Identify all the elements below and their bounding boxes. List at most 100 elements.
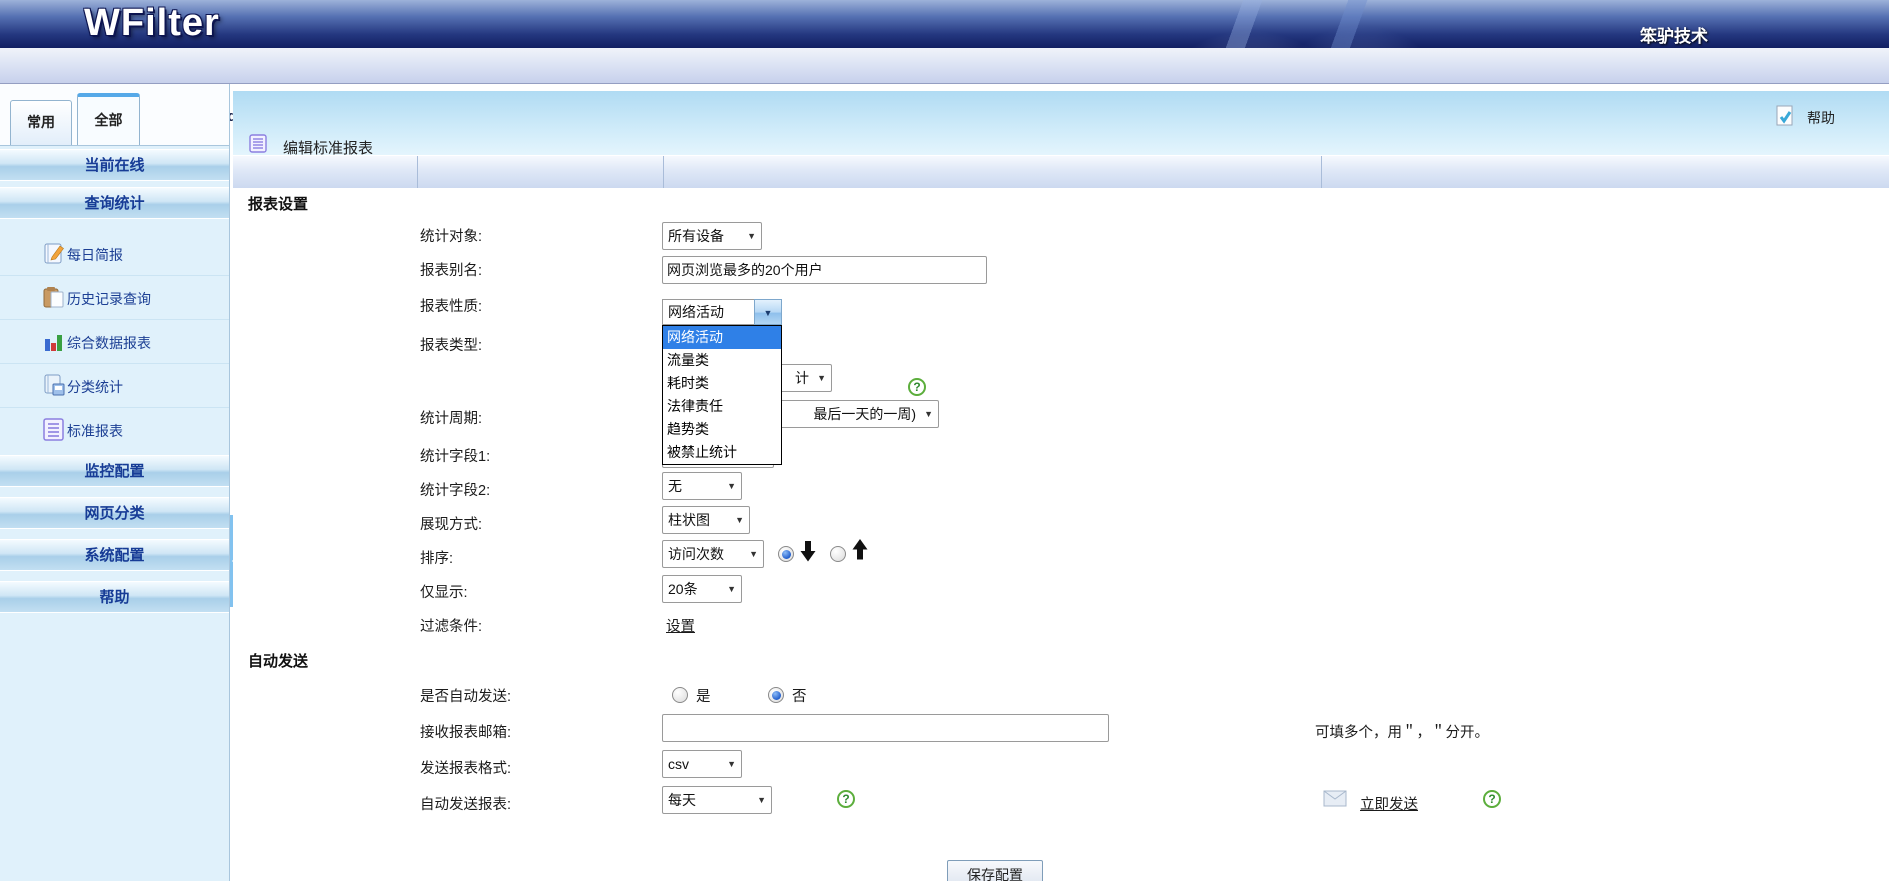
help-doc-icon	[1775, 105, 1795, 133]
tab-common[interactable]: 常用	[10, 100, 72, 145]
stat-period-label: 统计周期:	[420, 407, 482, 428]
status-bar: 当前用户：localhost/admin 监控状态： 2	[0, 48, 1889, 84]
history-query-icon	[42, 285, 66, 315]
tab-all[interactable]: 全部	[77, 93, 140, 145]
filter-settings-link[interactable]: 设置	[666, 615, 695, 636]
sidebar-item-history-query[interactable]: 历史记录查询	[0, 276, 229, 320]
sidebar: 常用 全部 当前在线 查询统计 每日简报 历史记录查询 综合数据报	[0, 84, 230, 881]
send-now-link[interactable]: 立即发送	[1360, 793, 1418, 814]
stat-period-value: 最后一天的一周)	[813, 406, 916, 422]
column-divider	[417, 156, 418, 188]
column-divider	[663, 156, 664, 188]
envelope-icon	[1323, 790, 1347, 812]
only-show-value: 20条	[668, 581, 698, 597]
group-label: 帮助	[99, 589, 129, 606]
auto-send-yes-radio[interactable]	[672, 687, 688, 703]
group-label: 监控配置	[84, 463, 144, 480]
sidebar-group-monitor-config[interactable]: 监控配置	[0, 455, 229, 487]
dropdown-option[interactable]: 耗时类	[663, 372, 781, 395]
display-mode-value: 柱状图	[668, 512, 710, 528]
email-note: 可填多个，用＂，＂分开。	[1315, 721, 1489, 742]
sort-field-value: 访问次数	[668, 546, 724, 562]
stat-object-select[interactable]: 所有设备	[662, 222, 762, 250]
page-title-band: 编辑标准报表 帮助	[233, 91, 1889, 155]
send-format-select[interactable]: csv	[662, 750, 742, 778]
sidebar-group-help[interactable]: 帮助	[0, 581, 229, 613]
auto-send-yes-label: 是	[696, 685, 711, 706]
sidebar-item-label: 综合数据报表	[67, 333, 151, 353]
sidebar-item-label: 标准报表	[67, 421, 123, 441]
sidebar-item-label: 每日简报	[67, 245, 123, 265]
sidebar-group-online[interactable]: 当前在线	[0, 149, 229, 181]
dropdown-option[interactable]: 网络活动	[663, 326, 781, 349]
send-schedule-help-icon[interactable]	[837, 790, 855, 808]
display-mode-label: 展现方式:	[420, 513, 482, 534]
dropdown-option[interactable]: 流量类	[663, 349, 781, 372]
sidebar-item-category-stats[interactable]: 分类统计	[0, 364, 229, 408]
sidebar-item-daily-report[interactable]: 每日简报	[0, 232, 229, 276]
report-nature-dropdown: 网络活动 流量类 耗时类 法律责任 趋势类 被禁止统计	[662, 325, 782, 465]
sidebar-item-label: 历史记录查询	[67, 289, 151, 309]
dropdown-option[interactable]: 被禁止统计	[663, 441, 781, 464]
top-header: WFilter 笨驴技术	[0, 0, 1889, 48]
sort-desc-radio[interactable]	[778, 546, 794, 562]
column-divider	[1321, 156, 1322, 188]
brand-name: 笨驴技术	[1640, 22, 1708, 47]
sidebar-item-standard-report[interactable]: 标准报表	[0, 408, 229, 452]
column-header-strip	[233, 155, 1889, 188]
auto-send-title: 自动发送	[248, 650, 308, 671]
daily-report-icon	[42, 241, 66, 271]
main-content: 编辑标准报表 帮助 报表设置 统计对象: 所有设备 报表别名: 报表性质: 网络…	[233, 84, 1889, 881]
header-artwork	[1100, 0, 1560, 48]
stat-field2-select[interactable]: 无	[662, 472, 742, 500]
wfilter-app: WFilter 笨驴技术 当前用户：localhost/admin 监控状态： …	[0, 0, 1889, 881]
stat-object-label: 统计对象:	[420, 225, 482, 246]
report-nature-value: 网络活动	[662, 299, 754, 325]
auto-send-no-radio[interactable]	[768, 687, 784, 703]
save-config-button[interactable]: 保存配置	[947, 860, 1043, 881]
sort-field-select[interactable]: 访问次数	[662, 540, 764, 568]
send-format-label: 发送报表格式:	[420, 757, 511, 778]
send-now-help-icon[interactable]	[1483, 790, 1501, 808]
report-nature-label: 报表性质:	[420, 295, 482, 316]
sort-label: 排序:	[420, 547, 453, 568]
dropdown-option[interactable]: 法律责任	[663, 395, 781, 418]
stat-field2-label: 统计字段2:	[420, 479, 490, 500]
recipient-email-label: 接收报表邮箱:	[420, 721, 511, 742]
report-nature-select[interactable]: 网络活动	[662, 299, 782, 325]
recipient-email-input[interactable]	[662, 714, 1109, 742]
help-link[interactable]: 帮助	[1755, 105, 1889, 131]
sidebar-group-web-category[interactable]: 网页分类	[0, 497, 229, 529]
display-mode-select[interactable]: 柱状图	[662, 506, 750, 534]
report-type-value: 计	[795, 370, 809, 386]
group-label: 网页分类	[84, 505, 144, 522]
sidebar-item-summary-report[interactable]: 综合数据报表	[0, 320, 229, 364]
auto-send-no-label: 否	[792, 685, 807, 706]
app-logo: WFilter	[84, 2, 220, 45]
sort-asc-arrow-icon	[852, 538, 868, 566]
auto-send-label: 是否自动发送:	[420, 685, 511, 706]
send-format-value: csv	[668, 756, 689, 772]
dropdown-option[interactable]: 趋势类	[663, 418, 781, 441]
stat-object-value: 所有设备	[668, 228, 724, 244]
send-schedule-label: 自动发送报表:	[420, 793, 511, 814]
only-show-select[interactable]: 20条	[662, 575, 742, 603]
category-stats-icon	[42, 373, 66, 403]
dropdown-button-icon[interactable]	[754, 299, 782, 325]
send-schedule-value: 每天	[668, 792, 696, 808]
help-link-label: 帮助	[1807, 108, 1835, 128]
report-alias-label: 报表别名:	[420, 259, 482, 280]
standard-report-icon	[42, 417, 66, 447]
report-type-help-icon[interactable]	[908, 378, 926, 396]
report-alias-input[interactable]	[662, 256, 987, 284]
sort-asc-radio[interactable]	[830, 546, 846, 562]
sidebar-group-query[interactable]: 查询统计	[0, 187, 229, 219]
report-settings-title: 报表设置	[248, 193, 308, 214]
sidebar-group-system-config[interactable]: 系统配置	[0, 539, 229, 571]
tab-all-label: 全部	[95, 112, 123, 128]
send-schedule-select[interactable]: 每天	[662, 786, 772, 814]
sidebar-item-label: 分类统计	[67, 377, 123, 397]
only-show-label: 仅显示:	[420, 581, 468, 602]
bar-chart-icon	[42, 329, 66, 359]
group-label: 系统配置	[84, 547, 144, 564]
